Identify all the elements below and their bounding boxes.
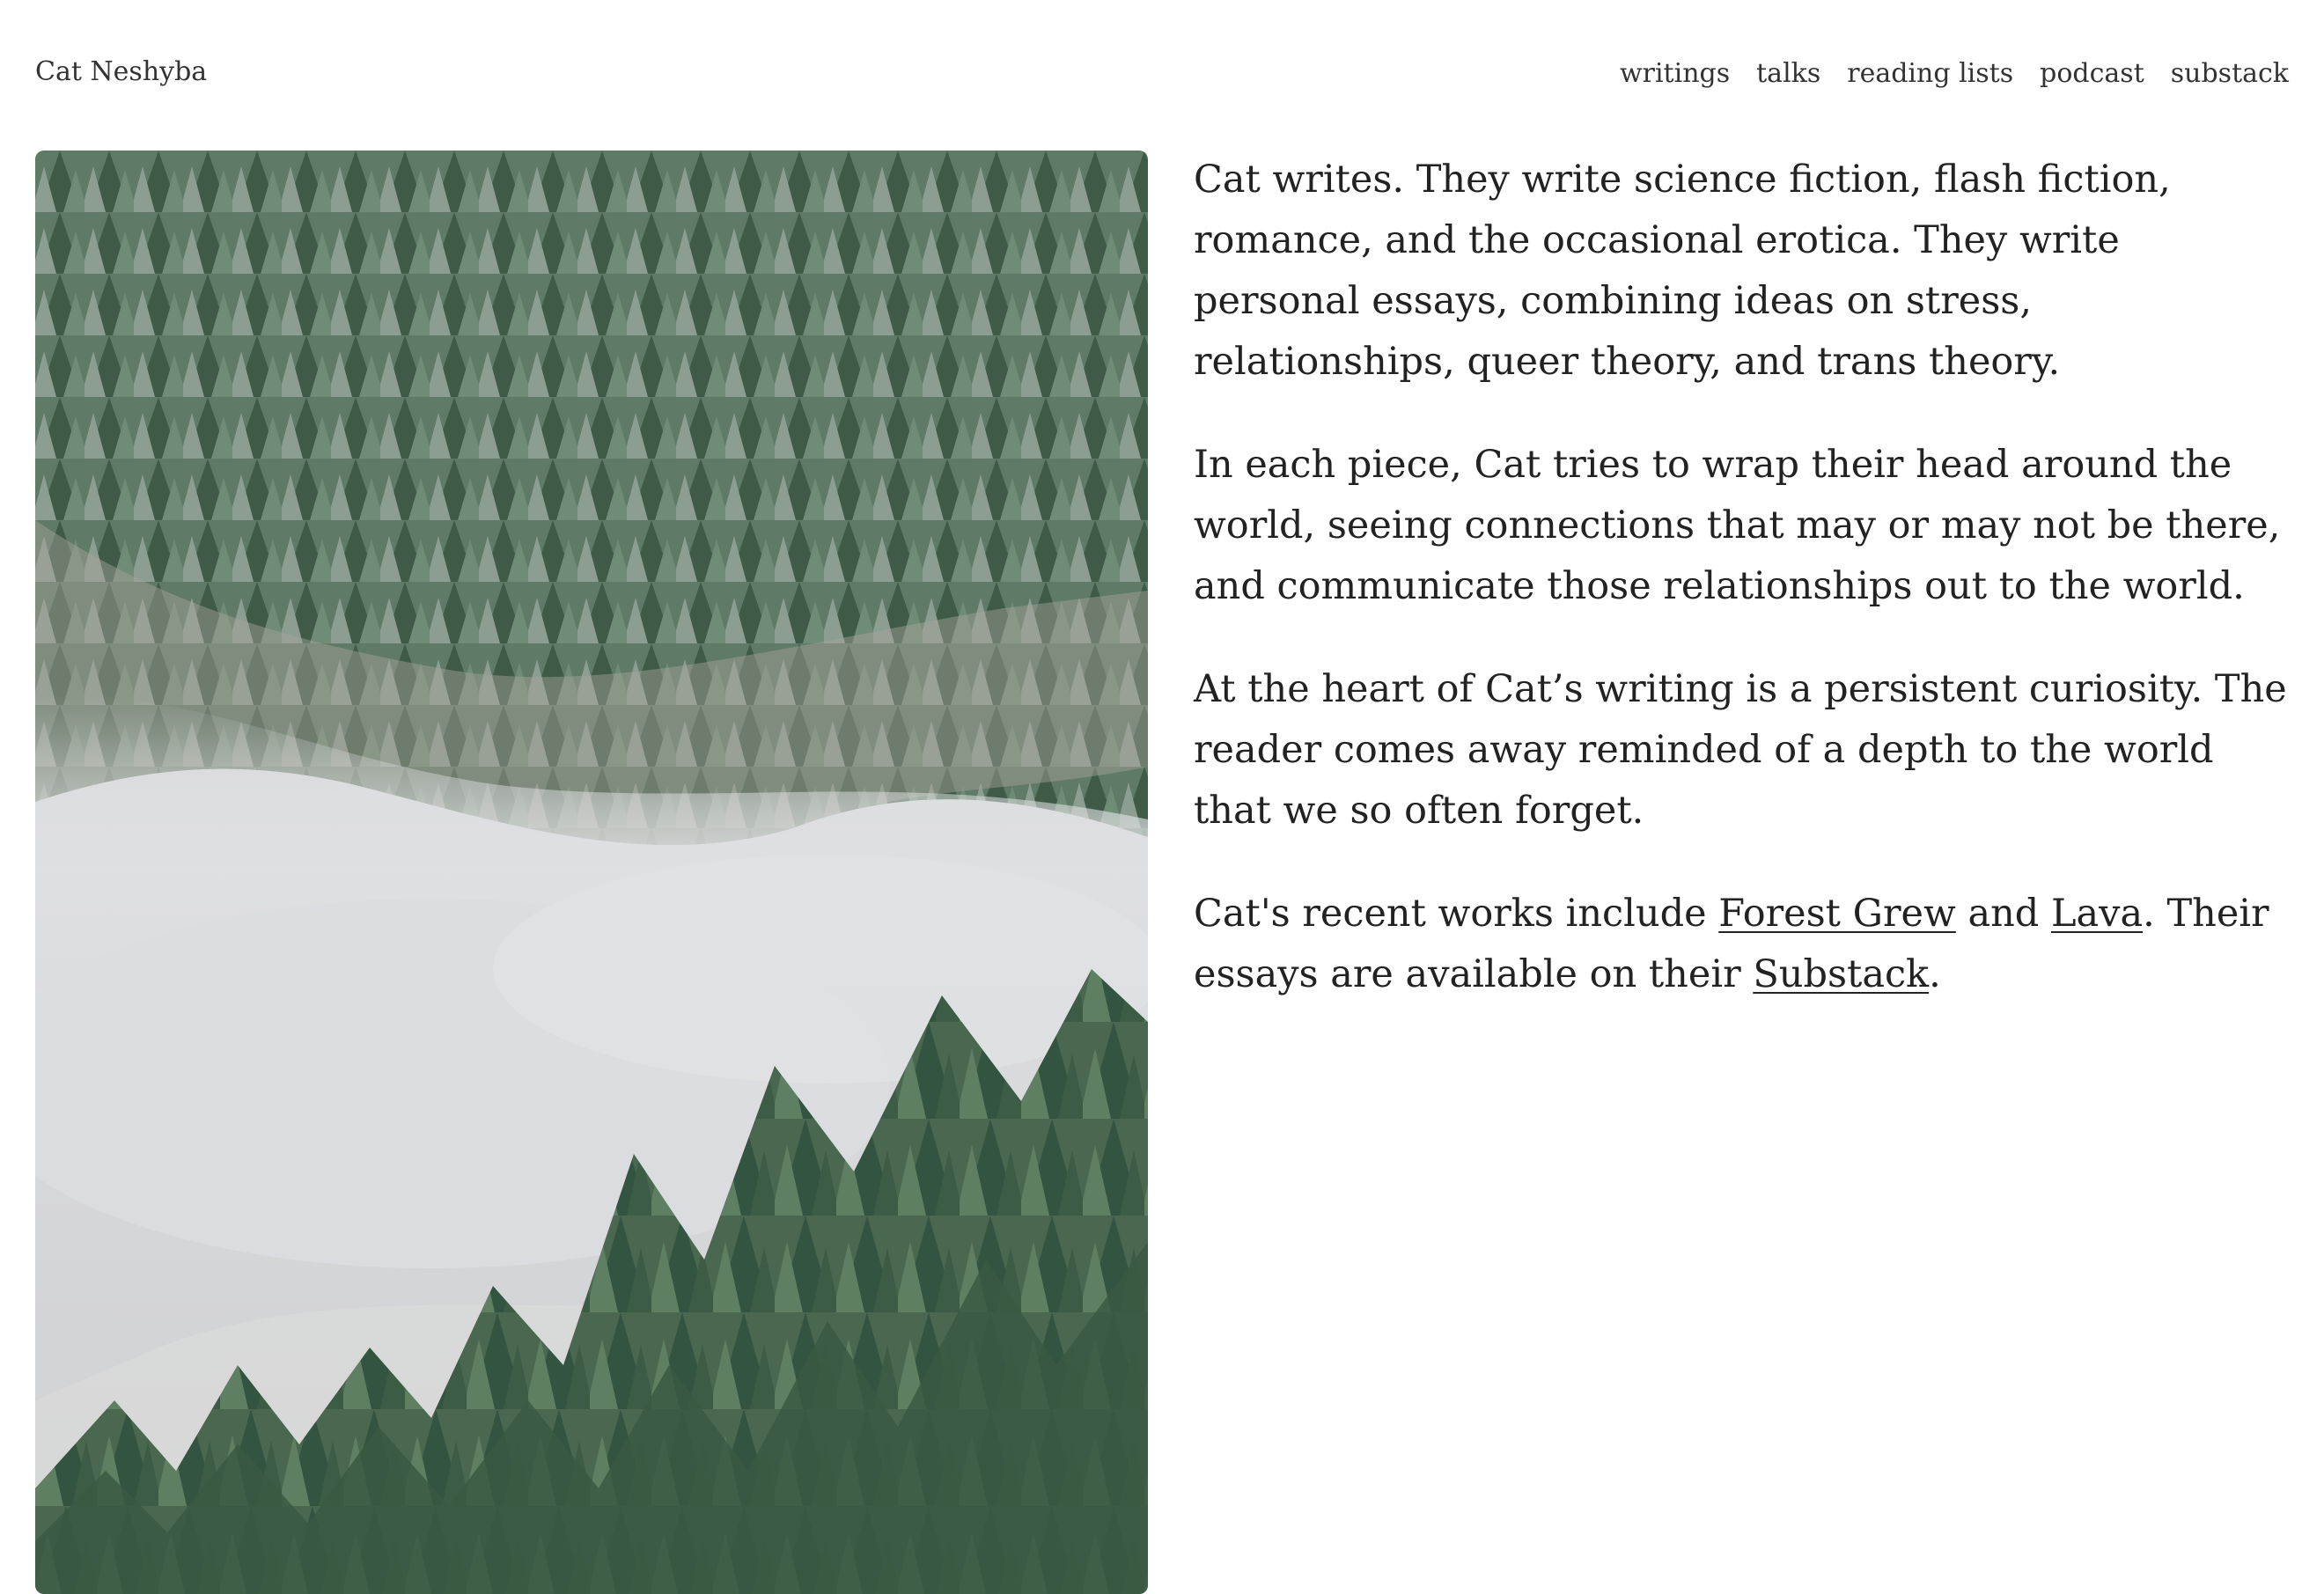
site-header: Cat Neshyba writings talks reading lists… (35, 0, 2289, 132)
site-title-link[interactable]: Cat Neshyba (35, 53, 207, 92)
intro-paragraph-1: Cat writes. They write science fiction, … (1194, 158, 2171, 384)
nav-item-reading-lists[interactable]: reading lists (1847, 55, 2013, 93)
recent-works-text-end: . (1929, 952, 1941, 996)
substack-link[interactable]: Substack (1753, 952, 1929, 996)
nav-item-podcast[interactable]: podcast (2040, 55, 2144, 93)
foggy-forest-image (35, 151, 1148, 1594)
recent-works-text-and: and (1955, 892, 2051, 936)
recent-works-paragraph: Cat's recent works include Forest Grew a… (1194, 884, 2290, 1005)
nav-item-writings[interactable]: writings (1620, 55, 1730, 93)
nav-item-talks[interactable]: talks (1756, 55, 1820, 93)
intro-paragraph-3: At the heart of Cat’s writing is a persi… (1194, 667, 2287, 833)
main-nav: writings talks reading lists podcast sub… (1620, 55, 2289, 93)
hero-image (35, 151, 1148, 1594)
intro-copy: Cat writes. They write science fiction, … (1194, 150, 2290, 1047)
forest-grew-link[interactable]: Forest Grew (1718, 892, 1956, 936)
nav-item-substack[interactable]: substack (2171, 55, 2289, 93)
intro-paragraph-2: In each piece, Cat tries to wrap their h… (1194, 443, 2281, 608)
lava-link[interactable]: Lava (2051, 892, 2143, 936)
recent-works-text-before: Cat's recent works include (1194, 892, 1719, 936)
